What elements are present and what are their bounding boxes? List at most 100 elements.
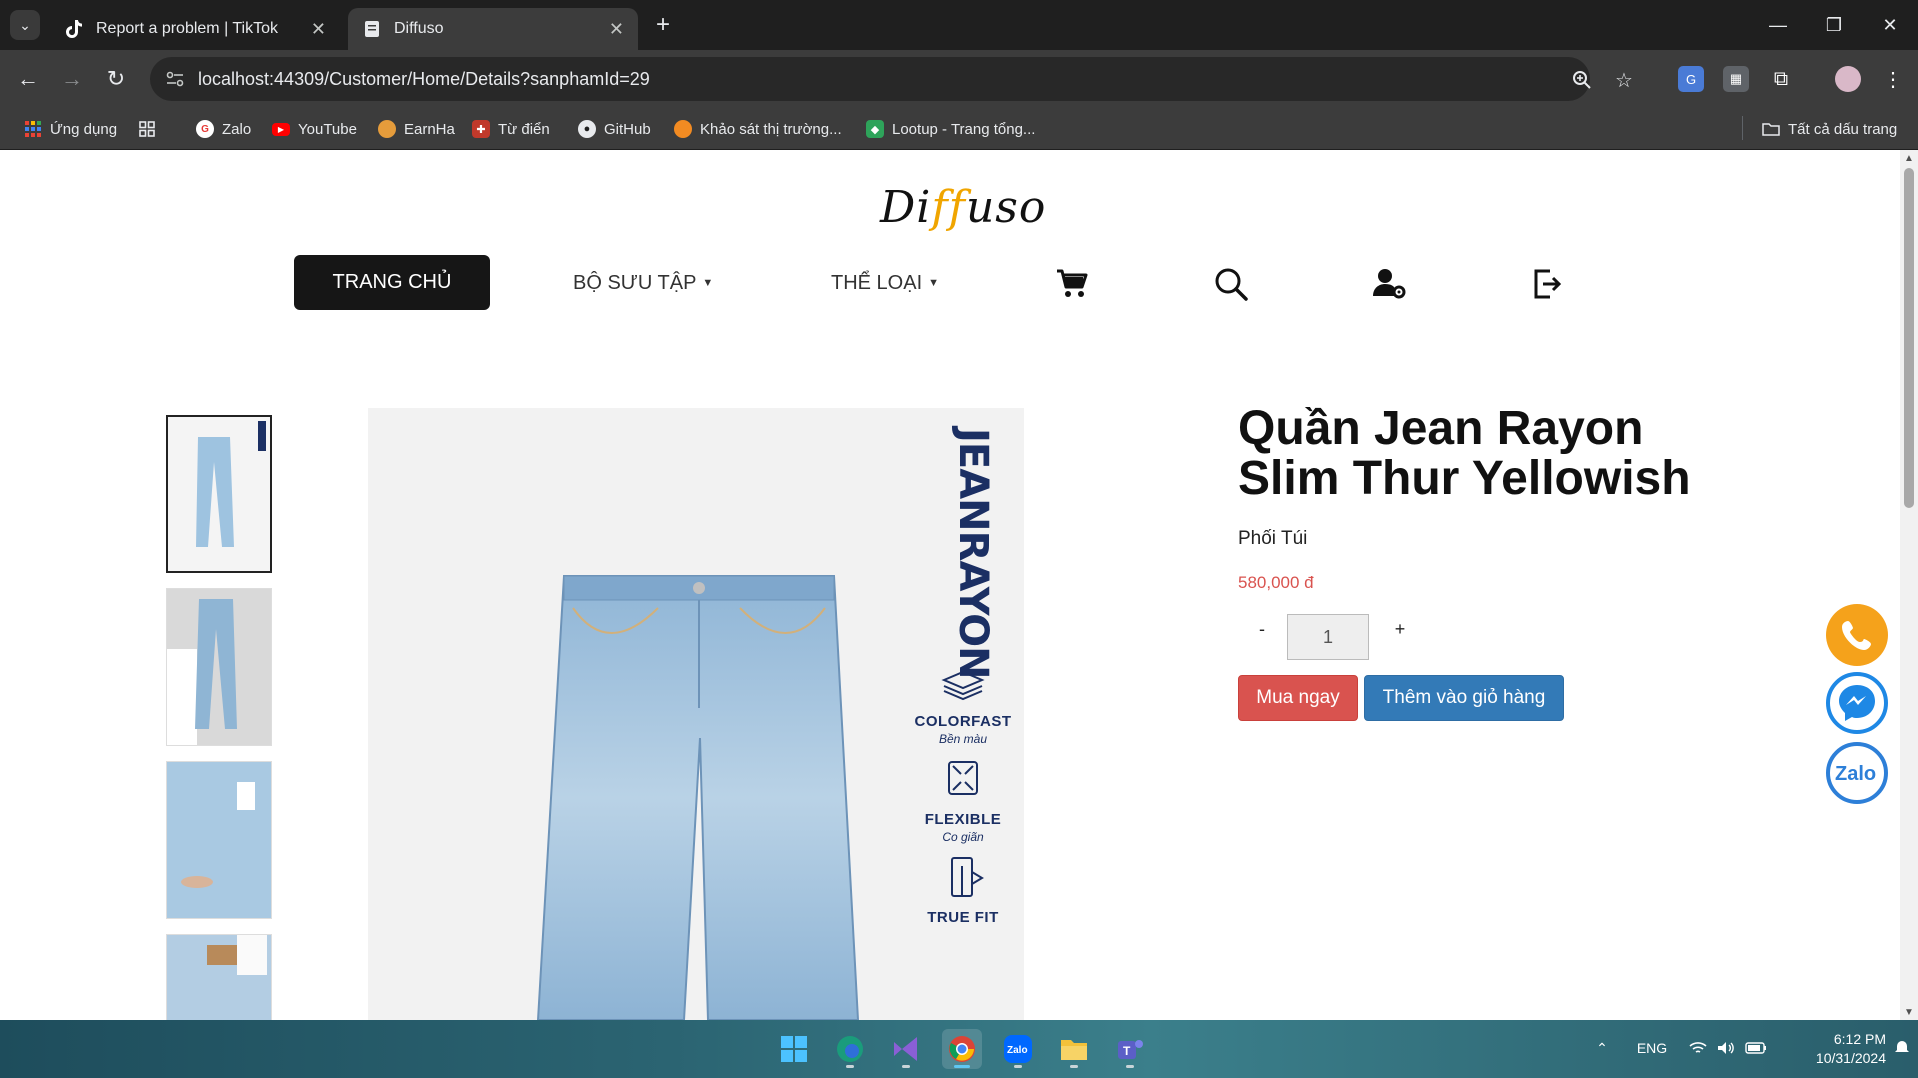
product-thumbnail[interactable] [166, 588, 272, 746]
bookmark-label: Tất cả dấu trang [1788, 120, 1898, 138]
minimize-button[interactable]: — [1750, 0, 1806, 50]
bookmark-zalo[interactable]: G Zalo [196, 118, 251, 140]
running-indicator [846, 1065, 854, 1068]
reload-button[interactable]: ↻ [100, 63, 132, 95]
visual-studio-icon [894, 1037, 917, 1061]
taskbar-edge-dev[interactable] [830, 1029, 870, 1069]
taskbar-file-explorer[interactable] [1054, 1029, 1094, 1069]
taskbar-zalo[interactable]: Zalo [998, 1029, 1038, 1069]
folder-app-icon [1061, 1040, 1087, 1060]
taskbar-visual-studio[interactable] [886, 1029, 926, 1069]
start-button[interactable] [774, 1029, 814, 1069]
bookmarks-bar: Ứng dụng G Zalo ▶ YouTube EarnHa ✚ Từ đi… [0, 108, 1918, 248]
bookmark-star-icon[interactable]: ☆ [1612, 68, 1636, 92]
bookmark-earnha[interactable]: EarnHa [378, 118, 455, 140]
nav-collections-dropdown[interactable]: BỘ SƯU TẬP ▼ [573, 268, 713, 298]
svg-text:Zalo: Zalo [1007, 1045, 1028, 1056]
feature-name: COLORFAST [914, 713, 1012, 730]
add-to-cart-button[interactable]: Thêm vào giỏ hàng [1364, 675, 1564, 721]
close-tab-icon[interactable]: ✕ [609, 19, 624, 40]
volume-icon[interactable] [1716, 1038, 1736, 1058]
language-indicator[interactable]: ENG [1632, 1038, 1672, 1058]
cart-icon[interactable] [1054, 266, 1090, 302]
close-window-button[interactable]: ✕ [1862, 0, 1918, 50]
tab-diffuso[interactable]: Diffuso ✕ [348, 8, 638, 50]
nav-home-button[interactable]: TRANG CHỦ [294, 255, 490, 310]
quantity-increase-button[interactable]: + [1388, 614, 1412, 644]
bookmark-lootup[interactable]: ◆ Lootup - Trang tổng... [866, 118, 1035, 140]
wifi-icon[interactable] [1688, 1038, 1708, 1058]
clock-time: 6:12 PM [1833, 1031, 1886, 1047]
nav-label: BỘ SƯU TẬP [573, 271, 697, 294]
feature-subtitle: Bền màu [938, 732, 988, 746]
bookmark-label: EarnHa [404, 120, 455, 138]
page-icon [362, 19, 382, 39]
running-indicator [1126, 1065, 1134, 1068]
dictionary-icon: ✚ [472, 120, 490, 138]
bookmark-github[interactable]: ● GitHub [578, 118, 651, 140]
address-bar[interactable]: localhost:44309/Customer/Home/Details?sa… [150, 57, 1633, 101]
zalo-contact-button[interactable]: Zalo [1826, 742, 1888, 804]
product-thumbnail[interactable] [166, 761, 272, 919]
profile-avatar-icon[interactable] [1835, 66, 1861, 92]
back-button[interactable]: ← [12, 63, 44, 95]
all-bookmarks-button[interactable]: Tất cả dấu trang [1762, 118, 1897, 140]
tab-tiktok[interactable]: Report a problem | TikTok ✕ [50, 8, 340, 50]
site-logo[interactable]: Diffuso [880, 182, 1045, 244]
phone-contact-button[interactable] [1826, 604, 1888, 666]
zoom-icon[interactable] [1570, 68, 1594, 92]
qr-code-icon[interactable]: ▦ [1723, 66, 1749, 92]
brand-vertical-text: JEANRAYON [950, 428, 996, 679]
svg-text:Zalo: Zalo [1835, 763, 1876, 785]
tab-title: Report a problem | TikTok [96, 20, 279, 37]
buy-now-button[interactable]: Mua ngay [1238, 675, 1358, 721]
product-thumbnail[interactable] [166, 934, 272, 1020]
search-icon[interactable] [1213, 266, 1249, 302]
bookmark-label: Từ điển [498, 120, 550, 138]
bookmark-apps[interactable]: Ứng dụng [24, 118, 117, 140]
logout-icon[interactable] [1529, 266, 1565, 302]
logo-text: uso [965, 182, 1047, 233]
taskbar-teams[interactable]: T [1110, 1029, 1150, 1069]
bookmark-label: Zalo [222, 120, 252, 138]
bookmark-dictionary[interactable]: ✚ Từ điển [472, 118, 550, 140]
tab-search-button[interactable]: ⌄ [10, 10, 40, 40]
nav-categories-dropdown[interactable]: THỂ LOẠI ▼ [831, 268, 939, 298]
more-menu-icon[interactable]: ⋮ [1880, 66, 1906, 92]
user-settings-icon[interactable] [1372, 266, 1408, 302]
battery-icon[interactable] [1744, 1038, 1768, 1058]
product-thumbnail[interactable] [166, 415, 272, 573]
bookmark-youtube[interactable]: ▶ YouTube [272, 118, 357, 140]
bookmark-label: Ứng dụng [50, 120, 118, 138]
product-title: Quần Jean Rayon Slim Thur Yellowish [1238, 402, 1691, 505]
edge-dev-icon [837, 1036, 863, 1062]
close-tab-icon[interactable]: ✕ [311, 19, 326, 40]
logo-text: Di [880, 182, 932, 233]
feature-true-fit: TRUE FIT [908, 854, 1018, 926]
scrollbar-thumb[interactable] [1904, 168, 1914, 508]
scroll-down-arrow-icon[interactable]: ▼ [1900, 1004, 1918, 1020]
bookmark-label: GitHub [604, 120, 651, 138]
quantity-input[interactable]: 1 [1287, 614, 1369, 660]
forward-button[interactable]: → [56, 63, 88, 95]
bookmark-survey[interactable]: Khảo sát thị trường... [674, 118, 842, 140]
new-tab-button[interactable]: + [648, 10, 678, 40]
arrow-right-icon: → [61, 66, 83, 91]
bookmark-tab-groups[interactable] [138, 118, 164, 140]
chrome-icon [949, 1036, 975, 1062]
notification-icon[interactable] [1892, 1038, 1912, 1058]
messenger-contact-button[interactable] [1826, 672, 1888, 734]
show-hidden-icons-button[interactable]: ⌃ [1592, 1038, 1612, 1058]
site-settings-icon[interactable] [164, 68, 186, 90]
running-indicator [902, 1065, 910, 1068]
taskbar-clock[interactable]: 6:12 PM 10/31/2024 [1786, 1030, 1886, 1068]
scroll-up-arrow-icon[interactable]: ▲ [1900, 150, 1918, 166]
taskbar-chrome[interactable] [942, 1029, 982, 1069]
quantity-decrease-button[interactable]: - [1250, 614, 1274, 644]
caret-down-icon: ▼ [928, 277, 940, 289]
restore-button[interactable]: ❐ [1806, 0, 1862, 50]
teams-icon: T [1118, 1040, 1143, 1059]
extensions-puzzle-icon[interactable]: ⧉ [1768, 66, 1794, 92]
page-scrollbar[interactable]: ▲ ▼ [1900, 150, 1918, 1020]
translate-extension-icon[interactable]: G [1678, 66, 1704, 92]
